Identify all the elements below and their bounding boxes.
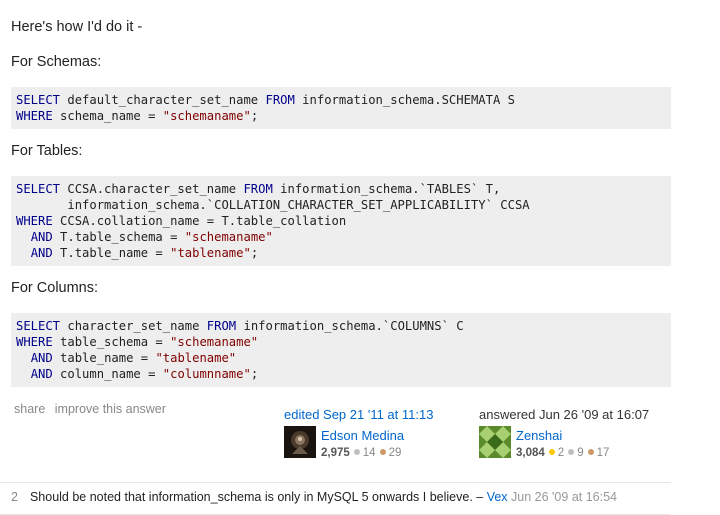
code-block-tables: SELECT CCSA.character_set_name FROM info…	[11, 176, 671, 266]
code-block-columns: SELECT character_set_name FROM informati…	[11, 313, 671, 387]
intro-text: Here's how I'd do it -	[11, 19, 143, 35]
share-link[interactable]: share	[14, 402, 45, 416]
editor-reputation: 2,975 14 29	[321, 447, 401, 459]
answerer-signature: answered Jun 26 '09 at 16:07	[479, 407, 649, 422]
editor-rep-score: 2,975	[321, 447, 350, 459]
columns-heading: For Columns:	[11, 280, 99, 296]
silver-badge-icon	[568, 449, 575, 456]
answered-text: answered Jun 26 '09 at 16:07	[479, 407, 650, 422]
answerer-silver-count: 9	[577, 447, 584, 459]
answerer-gold-count: 2	[557, 447, 565, 459]
schemas-heading: For Schemas:	[11, 54, 102, 70]
silver-badge-icon	[353, 449, 360, 456]
editor-silver-count: 14	[362, 447, 376, 459]
comment-date: Jun 26 '09 at 16:54	[511, 490, 617, 504]
comment-user-link[interactable]: Vex	[487, 490, 508, 504]
answerer-rep-score: 3,084	[516, 447, 545, 459]
answerer-reputation: 3,084 2 9 17	[516, 447, 609, 459]
editor-avatar-image	[284, 426, 316, 458]
editor-signature: edited Sep 21 '11 at 11:13	[284, 407, 433, 422]
answerer-avatar[interactable]	[479, 426, 511, 458]
editor-avatar[interactable]	[284, 426, 316, 458]
comments-section: 2 Should be noted that information_schema…	[0, 482, 671, 515]
editor-bronze-count: 29	[388, 447, 402, 459]
bronze-badge-icon	[379, 449, 386, 456]
comment: 2 Should be noted that information_schema…	[11, 490, 617, 504]
bronze-badge-icon	[587, 449, 594, 456]
edited-link[interactable]: edited Sep 21 '11 at 11:13	[284, 407, 433, 422]
gold-badge-icon	[548, 449, 555, 456]
improve-answer-link[interactable]: improve this answer	[55, 402, 166, 416]
comment-text: Should be noted that information_schema …	[29, 490, 484, 504]
code-block-schemas: SELECT default_character_set_name FROM i…	[11, 87, 671, 129]
editor-name-link[interactable]: Edson Medina	[321, 428, 404, 443]
tables-heading: For Tables:	[11, 143, 83, 159]
answerer-name-link[interactable]: Zenshai	[516, 428, 562, 443]
answerer-bronze-count: 17	[596, 447, 610, 459]
answerer-avatar-image	[479, 426, 511, 458]
post-menu: share improve this answer	[14, 402, 172, 416]
comment-score: 2	[11, 490, 18, 504]
